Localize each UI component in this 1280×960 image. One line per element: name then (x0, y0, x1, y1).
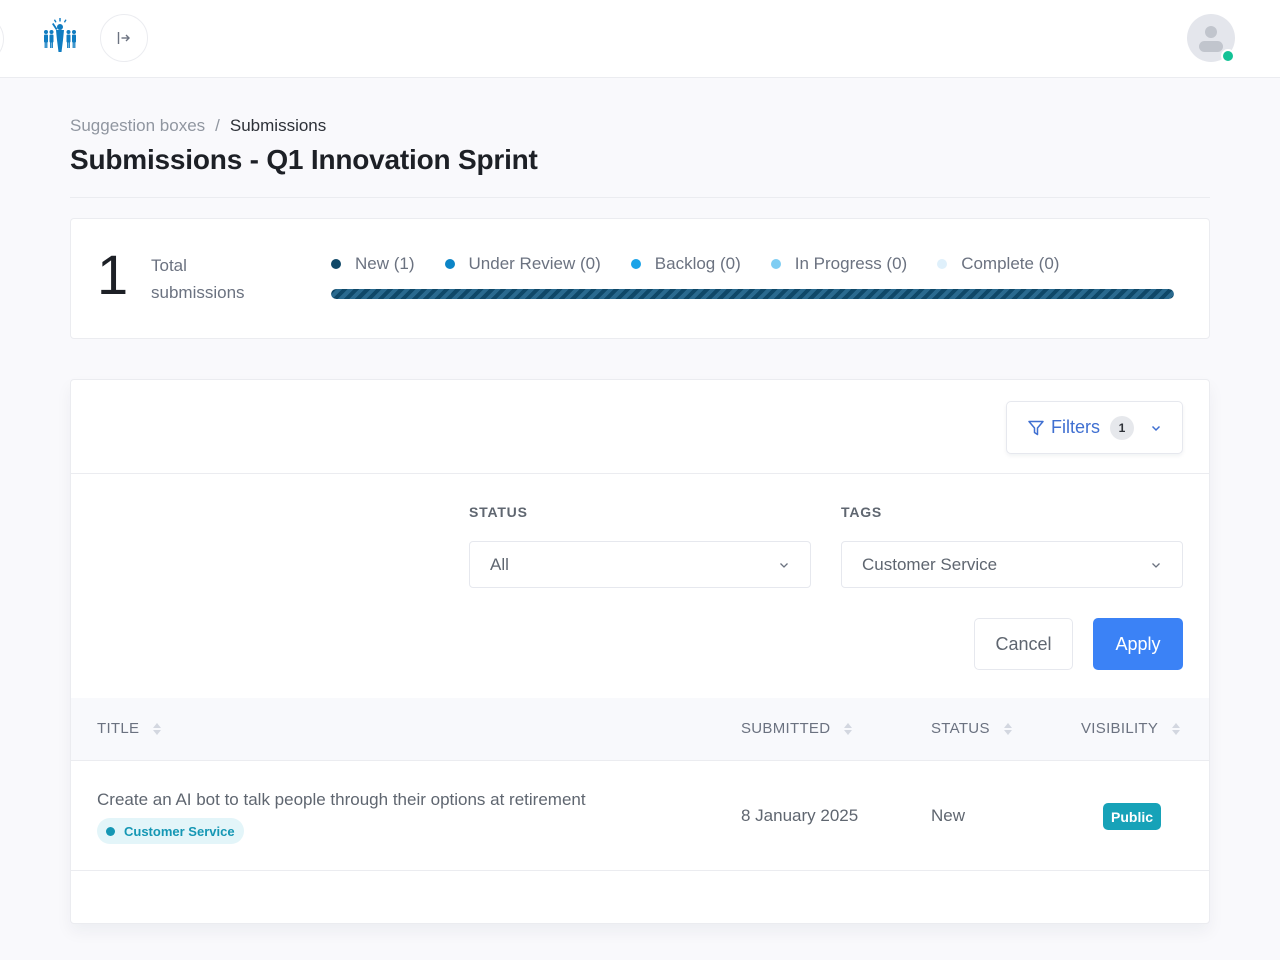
column-header-title[interactable]: TITLE (97, 720, 162, 737)
column-label-visibility: VISIBILITY (1081, 720, 1159, 737)
status-filter-label: STATUS (469, 504, 528, 520)
filters-button[interactable]: Filters 1 (1006, 401, 1183, 454)
tags-filter-label: TAGS (841, 504, 883, 520)
visibility-badge: Public (1103, 803, 1162, 830)
expand-sidebar-icon (117, 32, 130, 44)
legend-item-new: New (1) (331, 254, 415, 274)
submitted-date: 8 January 2025 (741, 806, 859, 825)
chevron-down-icon (780, 563, 788, 568)
submission-title[interactable]: Create an AI bot to talk people through … (97, 790, 586, 810)
column-header-submitted[interactable]: SUBMITTED (741, 720, 853, 737)
status-legend: New (1) Under Review (0) Backlog (0) In … (331, 254, 1059, 274)
legend-item-backlog: Backlog (0) (630, 254, 741, 274)
chevron-down-icon (1152, 563, 1160, 568)
progress-segment-new (331, 289, 1174, 299)
legend-label-new: New (1) (355, 254, 415, 273)
filter-divider (71, 473, 1209, 474)
submissions-table-card: Filters 1 STATUS All TAGS Customer Servi… (70, 379, 1210, 924)
legend-item-under-review: Under Review (0) (444, 254, 601, 274)
active-filter-count: 1 (1110, 415, 1134, 440)
sort-icon (1003, 722, 1012, 735)
legend-label-backlog: Backlog (0) (654, 254, 741, 273)
column-label-submitted: SUBMITTED (741, 720, 831, 737)
submissions-summary-card: 1 Total submissions New (1) Under Review… (70, 218, 1210, 339)
submission-status: New (931, 806, 966, 825)
top-bar (0, 0, 1280, 78)
tag-dot-icon (106, 826, 115, 836)
people-group-logo-icon[interactable] (42, 18, 78, 54)
partial-menu-button[interactable] (0, 15, 4, 63)
tags-filter-value: Customer Service (862, 554, 998, 574)
page-title: Submissions - Q1 Innovation Sprint (70, 144, 538, 175)
status-filter-value: All (490, 554, 509, 574)
total-submissions-count: 1 (97, 243, 129, 306)
sort-icon (153, 722, 162, 735)
status-filter-select[interactable]: All (469, 541, 811, 588)
table-header: TITLE SUBMITTED STATUS VISIBILITY (71, 698, 1209, 761)
tag-label: Customer Service (124, 823, 235, 839)
table-row[interactable]: Create an AI bot to talk people through … (71, 762, 1209, 871)
legend-label-in-progress: In Progress (0) (794, 254, 908, 273)
column-header-visibility[interactable]: VISIBILITY (1081, 720, 1181, 737)
online-status-indicator (1221, 49, 1235, 63)
sort-icon (1172, 722, 1181, 735)
legend-item-complete: Complete (0) (937, 254, 1059, 274)
breadcrumb-submissions: Submissions (229, 116, 327, 135)
tag-chip: Customer Service (97, 818, 244, 844)
legend-dot-new (331, 259, 341, 269)
total-submissions-label: Total submissions (151, 256, 245, 302)
legend-dot-in-progress (770, 259, 781, 269)
apply-button[interactable]: Apply (1093, 618, 1183, 670)
legend-dot-backlog (630, 259, 641, 269)
chevron-down-icon (1151, 425, 1161, 431)
legend-label-complete: Complete (0) (961, 254, 1060, 273)
sort-icon (844, 722, 853, 735)
breadcrumb: Suggestion boxes / Submissions (70, 116, 326, 136)
title-divider (70, 197, 1210, 198)
breadcrumb-suggestion-boxes[interactable]: Suggestion boxes (70, 116, 205, 136)
filters-label: Filters (1051, 417, 1100, 437)
breadcrumb-separator: / (215, 116, 220, 135)
legend-dot-under-review (444, 259, 455, 269)
expand-sidebar-button[interactable] (100, 14, 148, 62)
legend-item-in-progress: In Progress (0) (770, 254, 908, 274)
legend-dot-complete (937, 259, 948, 269)
status-progress-bar (331, 289, 1174, 299)
tags-filter-select[interactable]: Customer Service (841, 541, 1183, 588)
funnel-icon (1028, 420, 1044, 435)
column-label-title: TITLE (97, 720, 140, 737)
column-header-status[interactable]: STATUS (931, 720, 1012, 737)
legend-label-under-review: Under Review (0) (468, 254, 601, 273)
column-label-status: STATUS (931, 720, 990, 737)
cancel-button[interactable]: Cancel (974, 618, 1073, 670)
